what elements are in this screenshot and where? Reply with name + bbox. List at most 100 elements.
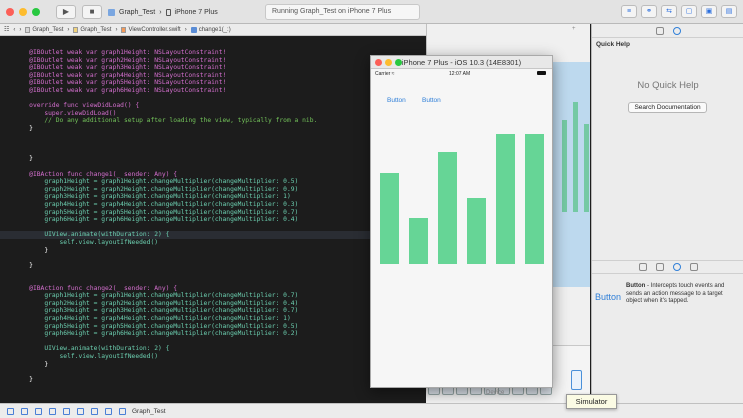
graph-bar-5 bbox=[496, 133, 515, 264]
step-in-icon[interactable] bbox=[63, 407, 70, 415]
window-controls bbox=[6, 7, 40, 16]
storyboard-bar bbox=[584, 124, 589, 212]
minimize-icon[interactable] bbox=[19, 7, 27, 16]
graph-bar-4 bbox=[467, 198, 486, 264]
toolbar-right-controls: ≡ ⚭ ⇆ ▢ ▣ ▤ bbox=[621, 5, 737, 18]
pause-icon[interactable] bbox=[35, 407, 42, 415]
navigator-toggle-icon[interactable]: ▢ bbox=[681, 5, 697, 18]
wifi-icon: ≈ bbox=[391, 71, 395, 77]
status-time: 12:07 AM bbox=[449, 71, 471, 77]
simulator-window[interactable]: iPhone 7 Plus - iOS 10.3 (14E8301) Carri… bbox=[370, 55, 553, 388]
method-icon bbox=[190, 26, 197, 33]
search-documentation-button[interactable]: Search Documentation bbox=[628, 102, 707, 113]
assistant-editor-icon[interactable]: ⚭ bbox=[641, 5, 657, 18]
code-line[interactable]: graph6Height = graph6Height.changeMultip… bbox=[14, 330, 298, 338]
code-line[interactable]: graph1Height = graph1Height.changeMultip… bbox=[14, 178, 298, 186]
zoom-icon[interactable] bbox=[395, 59, 402, 66]
memory-graph-icon[interactable] bbox=[105, 407, 112, 415]
object-library-icon[interactable] bbox=[672, 263, 681, 271]
destination-name: iPhone 7 Plus bbox=[174, 8, 218, 16]
code-line[interactable]: graph2Height = graph2Height.changeMultip… bbox=[14, 300, 298, 308]
code-line[interactable]: graph3Height = graph3Height.changeMultip… bbox=[14, 307, 298, 315]
forward-icon[interactable]: › bbox=[19, 27, 21, 33]
inspector-tabs bbox=[592, 24, 743, 38]
close-icon[interactable] bbox=[375, 59, 382, 66]
standard-editor-icon[interactable]: ≡ bbox=[621, 5, 637, 18]
breadcrumb-method[interactable]: change1(_:) bbox=[190, 26, 231, 33]
close-icon[interactable] bbox=[6, 7, 14, 16]
ios-status-bar: Carrier ≈ 12:07 AM bbox=[371, 69, 552, 79]
scheme-name: Graph_Test bbox=[119, 8, 156, 16]
code-line[interactable]: graph5Height = graph5Height.changeMultip… bbox=[14, 209, 298, 217]
storyboard-bar bbox=[562, 120, 567, 212]
breadcrumb-folder[interactable]: Graph_Test bbox=[73, 26, 111, 33]
breadcrumb-label: change1(_:) bbox=[198, 26, 231, 33]
library-item-button[interactable]: Button Button - Intercepts touch events … bbox=[592, 280, 743, 316]
code-line[interactable]: graph1Height = graph1Height.changeMultip… bbox=[14, 292, 298, 300]
code-line[interactable]: @IBAction func change2(_ sender: Any) { bbox=[14, 285, 177, 293]
step-out-icon[interactable] bbox=[77, 407, 84, 415]
code-line[interactable]: self.view.layoutIfNeeded() bbox=[14, 353, 158, 361]
storyboard-scene-preview bbox=[548, 62, 590, 287]
device-label: Device bbox=[486, 390, 505, 396]
code-line[interactable]: @IBOutlet weak var graph3Height: NSLayou… bbox=[14, 64, 226, 72]
change2-button[interactable]: Button bbox=[422, 97, 441, 104]
utilities-toggle-icon[interactable]: ▤ bbox=[721, 5, 737, 18]
quick-help-icon[interactable] bbox=[672, 26, 681, 35]
code-line[interactable]: override func viewDidLoad() { bbox=[14, 102, 139, 110]
code-line[interactable]: graph6Height = graph6Height.changeMultip… bbox=[14, 216, 298, 224]
breadcrumb-file[interactable]: ViewController.swift bbox=[121, 26, 181, 33]
code-line[interactable]: } bbox=[14, 155, 33, 163]
location-icon[interactable] bbox=[119, 407, 126, 415]
zoom-icon[interactable] bbox=[32, 7, 40, 16]
iphone-icon[interactable] bbox=[571, 370, 582, 390]
run-button[interactable]: ▶ bbox=[56, 4, 76, 19]
back-icon[interactable]: ‹ bbox=[13, 27, 15, 33]
code-line[interactable]: @IBOutlet weak var graph6Height: NSLayou… bbox=[14, 87, 226, 95]
version-editor-icon[interactable]: ⇆ bbox=[661, 5, 677, 18]
code-line[interactable]: } bbox=[14, 262, 33, 270]
graph-bar-1 bbox=[380, 173, 399, 264]
debug-area-toggle-icon[interactable]: ▣ bbox=[701, 5, 717, 18]
debug-bar: Graph_Test bbox=[0, 403, 743, 418]
code-line[interactable]: @IBAction func change1(_ sender: Any) { bbox=[14, 171, 177, 179]
code-line[interactable]: UIView.animate(withDuration: 2) { bbox=[14, 345, 169, 353]
graph-bar-2 bbox=[409, 217, 428, 264]
scheme-selector[interactable]: Graph_Test › iPhone 7 Plus bbox=[108, 5, 218, 19]
breadcrumb-project[interactable]: Graph_Test bbox=[25, 26, 63, 33]
code-line[interactable]: @IBOutlet weak var graph1Height: NSLayou… bbox=[14, 49, 226, 57]
breakpoints-icon[interactable] bbox=[21, 407, 28, 415]
grid-icon[interactable]: ☷ bbox=[4, 26, 9, 33]
minimize-icon[interactable] bbox=[385, 59, 392, 66]
change1-button[interactable]: Button bbox=[387, 97, 406, 104]
code-line[interactable]: @IBOutlet weak var graph5Height: NSLayou… bbox=[14, 79, 226, 87]
media-library-icon[interactable] bbox=[689, 263, 698, 271]
code-snippet-icon[interactable] bbox=[655, 263, 664, 271]
code-line[interactable]: @IBOutlet weak var graph4Height: NSLayou… bbox=[14, 72, 226, 80]
code-line[interactable]: graph4Height = graph4Height.changeMultip… bbox=[14, 201, 298, 209]
step-over-icon[interactable] bbox=[49, 407, 56, 415]
code-line[interactable]: // Do any additional setup after loading… bbox=[14, 117, 317, 125]
code-line[interactable]: self.view.layoutIfNeeded() bbox=[14, 239, 158, 247]
code-line[interactable]: UIView.animate(withDuration: 2) { bbox=[0, 231, 426, 239]
code-line[interactable]: graph5Height = graph5Height.changeMultip… bbox=[14, 323, 298, 331]
hide-debug-icon[interactable] bbox=[7, 407, 14, 415]
file-template-icon[interactable] bbox=[638, 263, 647, 271]
storyboard-bar bbox=[573, 102, 578, 212]
code-line[interactable]: } bbox=[14, 361, 48, 369]
stop-button[interactable]: ■ bbox=[82, 4, 102, 19]
code-line[interactable]: super.viewDidLoad() bbox=[14, 110, 116, 118]
code-line[interactable]: graph3Height = graph3Height.changeMultip… bbox=[14, 193, 290, 201]
plus-icon[interactable]: + bbox=[572, 26, 576, 32]
code-line[interactable]: @IBOutlet weak var graph2Height: NSLayou… bbox=[14, 57, 226, 65]
view-debugger-icon[interactable] bbox=[91, 407, 98, 415]
code-line[interactable]: } bbox=[14, 125, 33, 133]
chevron-right-icon: › bbox=[159, 8, 162, 16]
code-line[interactable]: } bbox=[14, 247, 48, 255]
file-inspector-icon[interactable] bbox=[655, 26, 664, 35]
library-tabs bbox=[592, 260, 743, 274]
code-line[interactable]: graph4Height = graph4Height.changeMultip… bbox=[14, 315, 290, 323]
code-line[interactable]: graph2Height = graph2Height.changeMultip… bbox=[14, 186, 298, 194]
code-line[interactable]: } bbox=[14, 376, 33, 384]
source-editor[interactable]: @IBOutlet weak var graph1Height: NSLayou… bbox=[0, 37, 426, 403]
